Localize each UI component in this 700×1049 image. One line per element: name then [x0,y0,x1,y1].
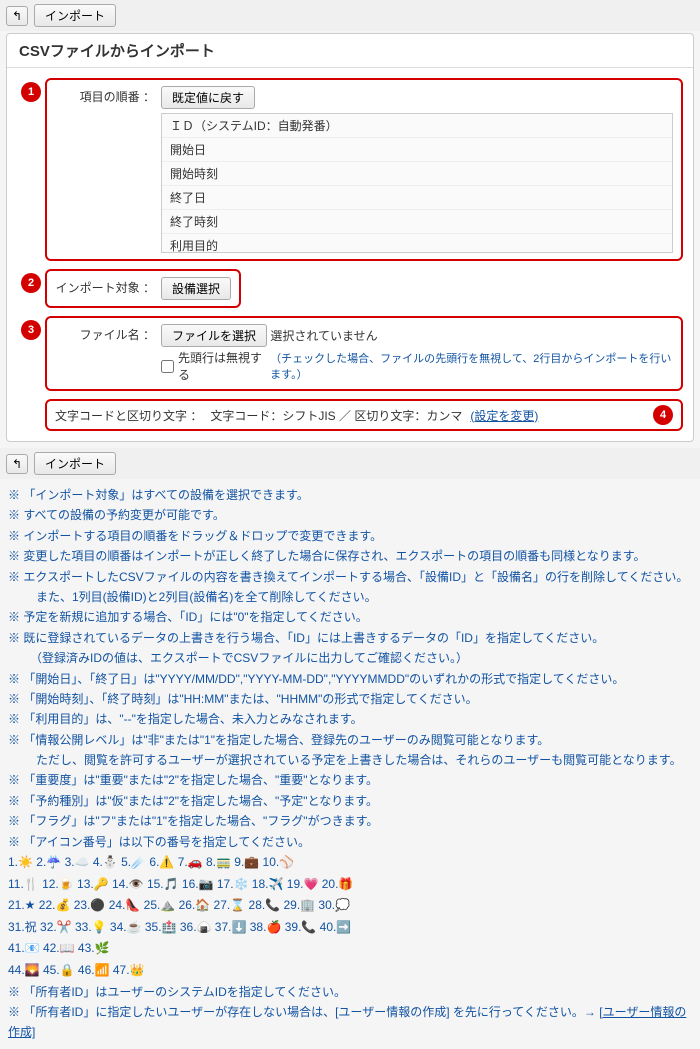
note-line: （登録済みIDの値は、エクスポートでCSVファイルに出力してご確認ください。） [8,648,692,668]
note-line: また、1列目(設備ID)と2列目(設備名)を全て削除してください。 [8,587,692,607]
order-item[interactable]: 終了日 [162,186,672,210]
section-encoding: 文字コードと区切り文字 ： 文字コード：シフトJIS ／ 区切り文字：カンマ (… [45,399,683,431]
back-button[interactable]: ↰ [6,6,28,26]
reset-order-button[interactable]: 既定値に戻す [161,86,255,109]
field-order-label: 項目の順番 ： [55,86,155,105]
back-button-bottom[interactable]: ↰ [6,454,28,474]
change-encoding-link[interactable]: (設定を変更) [470,407,538,424]
encoding-value: 文字コード：シフトJIS ／ 区切り文字：カンマ [210,407,462,424]
note-line: ※ すべての設備の予約変更が可能です。 [8,505,692,525]
no-file-text: 選択されていません [270,329,377,343]
skip-header-checkbox[interactable] [161,360,174,373]
note-line: ただし、閲覧を許可するユーザーが選択されている予定を上書きした場合は、それらのユ… [8,750,692,770]
file-label: ファイル名 ： [55,324,155,343]
note-line: ※ 「インポート対象」はすべての設備を選択できます。 [8,485,692,505]
note-line: ※ 既に登録されているデータの上書きを行う場合、「ID」には上書きするデータの「… [8,628,692,648]
panel-title: CSVファイルからインポート [7,34,693,68]
bottom-toolbar: ↰ インポート [0,448,700,479]
note-line: ※ 変更した項目の順番はインポートが正しく終了した場合に保存され、エクスポートの… [8,546,692,566]
order-item[interactable]: 終了時刻 [162,210,672,234]
note-line: ※ 「所有者ID」はユーザーのシステムIDを指定してください。 [8,982,692,1002]
note-line: ※ 「フラグ」は"フ"または"1"を指定した場合、"フラグ"がつきます。 [8,811,692,831]
badge-3: 3 [21,320,41,340]
icon-line: 44.🌄 45.🔒 46.📶 47.👑 [8,960,692,982]
import-button-bottom[interactable]: インポート [34,452,116,475]
note-line: ※ 予定を新規に追加する場合、「ID」には"0"を指定してください。 [8,607,692,627]
note-line: ※ 「開始時刻」、「終了時刻」は"HH:MM"または、"HHMM"の形式で指定し… [8,689,692,709]
import-panel: CSVファイルからインポート 1 項目の順番 ： 既定値に戻す ＩＤ（システムI… [6,33,694,442]
section-import-target: インポート対象 ： 設備選択 [45,269,241,308]
skip-header-note: （チェックした場合、ファイルの先頭行を無視して、2行目からインポートを行います。… [270,350,673,382]
encoding-label: 文字コードと区切り文字 ： [55,407,202,424]
section-file: ファイル名 ： ファイルを選択 選択されていません 先頭行は無視する （チェック… [45,316,683,391]
import-target-label: インポート対象 ： [55,277,155,296]
top-toolbar: ↰ インポート [0,0,700,31]
note-line: ※ インポートする項目の順番をドラッグ＆ドロップで変更できます。 [8,526,692,546]
icon-line: 21.★ 22.💰 23.⚫ 24.👠 25.⛰️ 26.🏠 27.⌛ 28.📞… [8,895,692,917]
order-item[interactable]: 開始時刻 [162,162,672,186]
select-facility-button[interactable]: 設備選択 [161,277,231,300]
note-line: ※ 「重要度」は"重要"または"2"を指定した場合、"重要"となります。 [8,770,692,790]
order-item[interactable]: ＩＤ（システムID：自動発番） [162,114,672,138]
note-line: ※ 「開始日」、「終了日」は"YYYY/MM/DD","YYYY-MM-DD",… [8,669,692,689]
import-button-top[interactable]: インポート [34,4,116,27]
badge-4: 4 [653,405,673,425]
note-line: ※ 「アイコン番号」は以下の番号を指定してください。 [8,832,692,852]
note-line: ※ エクスポートしたCSVファイルの内容を書き換えてインポートする場合、「設備I… [8,567,692,587]
note-line: ※ 「所有者ID」に指定したいユーザーが存在しない場合は、[ユーザー情報の作成]… [8,1002,692,1043]
order-item[interactable]: 利用目的 [162,234,672,253]
badge-1: 1 [21,82,41,102]
note-text: ※ 「所有者ID」に指定したいユーザーが存在しない場合は、[ユーザー情報の作成]… [8,1005,599,1019]
note-line: ※ 「予約種別」は"仮"または"2"を指定した場合、"予定"となります。 [8,791,692,811]
badge-2: 2 [21,273,41,293]
icon-line: 1.☀️ 2.☔ 3.☁️ 4.⛄ 5.☄️ 6.⚠️ 7.🚗 8.🚃 9.💼 … [8,852,692,874]
choose-file-button[interactable]: ファイルを選択 [161,324,267,347]
notes-area: ※ 「インポート対象」はすべての設備を選択できます。 ※ すべての設備の予約変更… [0,479,700,1049]
skip-header-label: 先頭行は無視する [178,349,266,383]
icon-line: 31.祝 32.✂️ 33.💡 34.☕ 35.🏥 36.🍙 37.⬇️ 38.… [8,917,692,939]
icon-line: 41.📧 42.📖 43.🌿 [8,938,692,960]
note-line: ※ 「情報公開レベル」は"非"または"1"を指定した場合、登録先のユーザーのみ閲… [8,730,692,750]
icon-line: 11.🍴 12.🍺 13.🔑 14.👁️ 15.🎵 16.📷 17.❄️ 18.… [8,874,692,896]
section-field-order: 項目の順番 ： 既定値に戻す ＩＤ（システムID：自動発番） 開始日 開始時刻 … [45,78,683,261]
field-order-list[interactable]: ＩＤ（システムID：自動発番） 開始日 開始時刻 終了日 終了時刻 利用目的 利… [161,113,673,253]
order-item[interactable]: 開始日 [162,138,672,162]
note-line: ※ 「利用目的」は、"--"を指定した場合、未入力とみなされます。 [8,709,692,729]
